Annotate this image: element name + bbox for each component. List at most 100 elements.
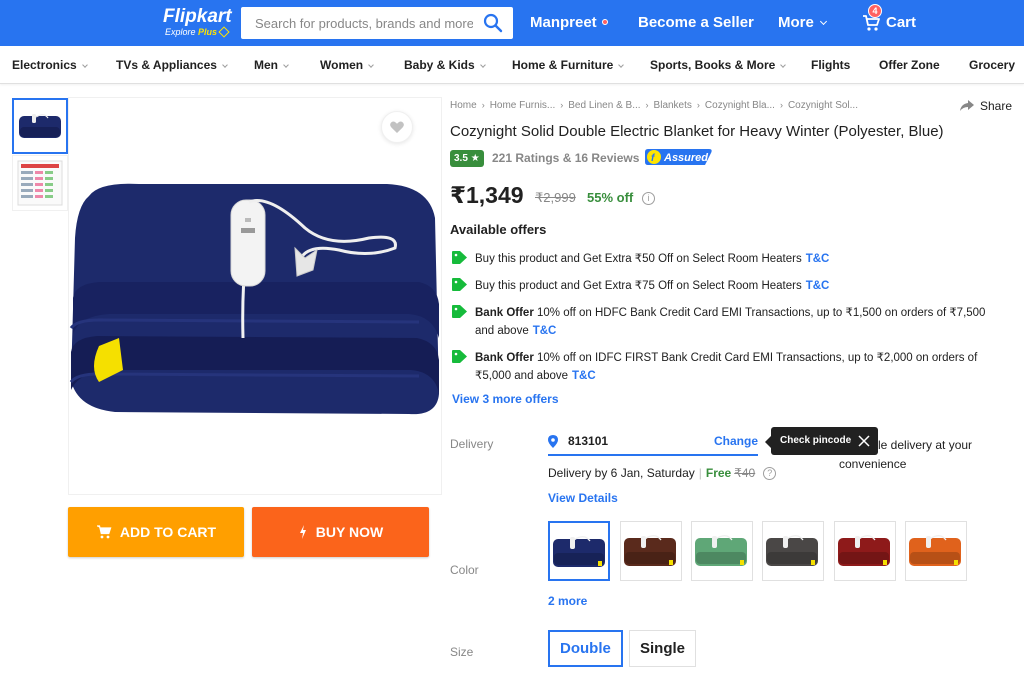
more-colors-link[interactable]: 2 more: [548, 594, 587, 608]
product-title: Cozynight Solid Double Electric Blanket …: [450, 123, 944, 140]
ratings-reviews-link[interactable]: 221 Ratings & 16 Reviews: [492, 151, 639, 165]
chevron-down-icon: [618, 62, 625, 68]
location-pin-icon: [548, 435, 558, 448]
plus-icon: [218, 26, 230, 38]
breadcrumb-home-furnishing[interactable]: Home Furnis...: [490, 100, 556, 111]
color-swatch-navy[interactable]: [548, 521, 610, 581]
pincode-value: 813101: [568, 434, 609, 448]
breadcrumb-home[interactable]: Home: [450, 100, 477, 111]
size-option-single[interactable]: Single: [629, 630, 697, 667]
view-details-link[interactable]: View Details: [548, 491, 618, 505]
more-label: More: [778, 14, 814, 31]
buy-now-button[interactable]: BUY NOW: [252, 507, 429, 557]
category-flights[interactable]: Flights: [811, 58, 850, 72]
color-swatch-brown[interactable]: [620, 521, 682, 581]
offer-tag-icon: [452, 350, 467, 363]
tc-link[interactable]: T&C: [533, 325, 557, 337]
lightning-icon: [299, 525, 306, 539]
account-menu[interactable]: Manpreet: [530, 14, 608, 31]
logo-text: Flipkart: [163, 6, 232, 27]
delivery-charge-strike: ₹40: [734, 466, 756, 480]
offer-tag-icon: [452, 305, 467, 318]
search-input[interactable]: [241, 7, 473, 39]
size-label: Size: [450, 645, 474, 659]
offers-heading: Available offers: [450, 222, 547, 237]
rating-badge: 3.5 ★: [450, 150, 484, 167]
category-men[interactable]: Men: [254, 58, 289, 72]
logo-tagline: Explore Plus: [165, 26, 230, 38]
chevron-down-icon: [780, 62, 787, 68]
swatch-image: [909, 535, 961, 566]
category-grocery[interactable]: Grocery: [969, 58, 1015, 72]
main-product-image[interactable]: [68, 97, 442, 495]
category-women[interactable]: Women: [320, 58, 374, 72]
tc-link[interactable]: T&C: [806, 253, 830, 265]
add-to-cart-button[interactable]: ADD TO CART: [68, 507, 244, 557]
user-name: Manpreet: [530, 14, 597, 31]
cart-count-badge: 4: [868, 4, 882, 18]
tc-link[interactable]: T&C: [806, 280, 830, 292]
more-menu[interactable]: More: [778, 14, 827, 31]
delivery-label: Delivery: [450, 437, 494, 451]
flipkart-logo[interactable]: Flipkart Explore Plus: [163, 6, 233, 40]
thumbnail-blanket[interactable]: [12, 98, 68, 154]
category-electronics[interactable]: Electronics: [12, 58, 88, 72]
thumbnail-size-chart[interactable]: [12, 155, 68, 211]
breadcrumb: Home › Home Furnis... › Bed Linen & B... › Bla…: [450, 100, 858, 111]
breadcrumb-cozynight-blankets[interactable]: Cozynight Bla...: [705, 100, 775, 111]
offer-item: Bank Offer 10% off on IDFC FIRST Bank Cr…: [450, 349, 1010, 385]
offer-tag-icon: [452, 278, 467, 291]
change-pincode-button[interactable]: Change: [714, 434, 758, 448]
heart-icon: [390, 121, 404, 133]
become-seller-link[interactable]: Become a Seller: [638, 14, 754, 31]
breadcrumb-current[interactable]: Cozynight Sol...: [788, 100, 858, 111]
breadcrumb-bed-linen[interactable]: Bed Linen & B...: [568, 100, 640, 111]
color-swatch-maroon[interactable]: [834, 521, 896, 581]
category-baby-kids[interactable]: Baby & Kids: [404, 58, 486, 72]
swatch-image: [766, 535, 818, 566]
delivery-option-text: le delivery at your: [878, 438, 973, 452]
breadcrumb-blankets[interactable]: Blankets: [654, 100, 692, 111]
category-offer-zone[interactable]: Offer Zone: [879, 58, 940, 72]
category-nav: Electronics TVs & Appliances Men Women B…: [0, 46, 1024, 84]
view-more-offers-link[interactable]: View 3 more offers: [452, 392, 559, 406]
tc-link[interactable]: T&C: [572, 370, 596, 382]
check-pincode-tooltip: Check pincode: [765, 427, 878, 455]
assured-label: Assured: [663, 152, 708, 164]
size-chart-thumb-image: [17, 160, 63, 206]
star-icon: ★: [470, 153, 480, 164]
mrp-price: ₹2,999: [535, 190, 576, 205]
info-icon[interactable]: i: [642, 192, 655, 205]
chevron-down-icon: [283, 62, 289, 68]
size-option-double[interactable]: Double: [548, 630, 623, 667]
notification-dot: [601, 19, 608, 25]
share-button[interactable]: Share: [960, 99, 1012, 113]
selling-price: ₹1,349: [450, 182, 524, 208]
offer-tag-icon: [452, 251, 467, 264]
help-icon[interactable]: ?: [763, 467, 777, 480]
color-swatch-orange[interactable]: [905, 521, 967, 581]
cart-icon: [96, 525, 112, 539]
swatch-image: [624, 535, 676, 566]
chevron-down-icon: [479, 62, 486, 68]
color-label: Color: [450, 563, 479, 577]
close-icon[interactable]: [858, 435, 870, 447]
category-home-furniture[interactable]: Home & Furniture: [512, 58, 625, 72]
chevron-down-icon: [368, 62, 374, 68]
chevron-down-icon: [222, 62, 228, 68]
category-sports-books[interactable]: Sports, Books & More: [650, 58, 787, 72]
discount-percent: 55% off: [587, 190, 634, 205]
pincode-field[interactable]: 813101 Change: [548, 430, 758, 456]
delivery-estimate: Delivery by 6 Jan, Saturday | Free ₹40?: [548, 466, 777, 480]
cart-label: Cart: [886, 14, 917, 31]
color-swatch-grey[interactable]: [762, 521, 824, 581]
swatch-image: [838, 535, 890, 566]
blanket-thumb-image: [19, 114, 61, 138]
swatch-image: [695, 535, 747, 566]
cart-button[interactable]: 4 Cart: [862, 4, 922, 39]
color-swatch-green[interactable]: [691, 521, 753, 581]
wishlist-button[interactable]: [381, 111, 413, 143]
search-icon[interactable]: [483, 13, 503, 33]
offer-item: Buy this product and Get Extra ₹50 Off o…: [450, 250, 1010, 268]
category-tvs-appliances[interactable]: TVs & Appliances: [116, 58, 228, 72]
